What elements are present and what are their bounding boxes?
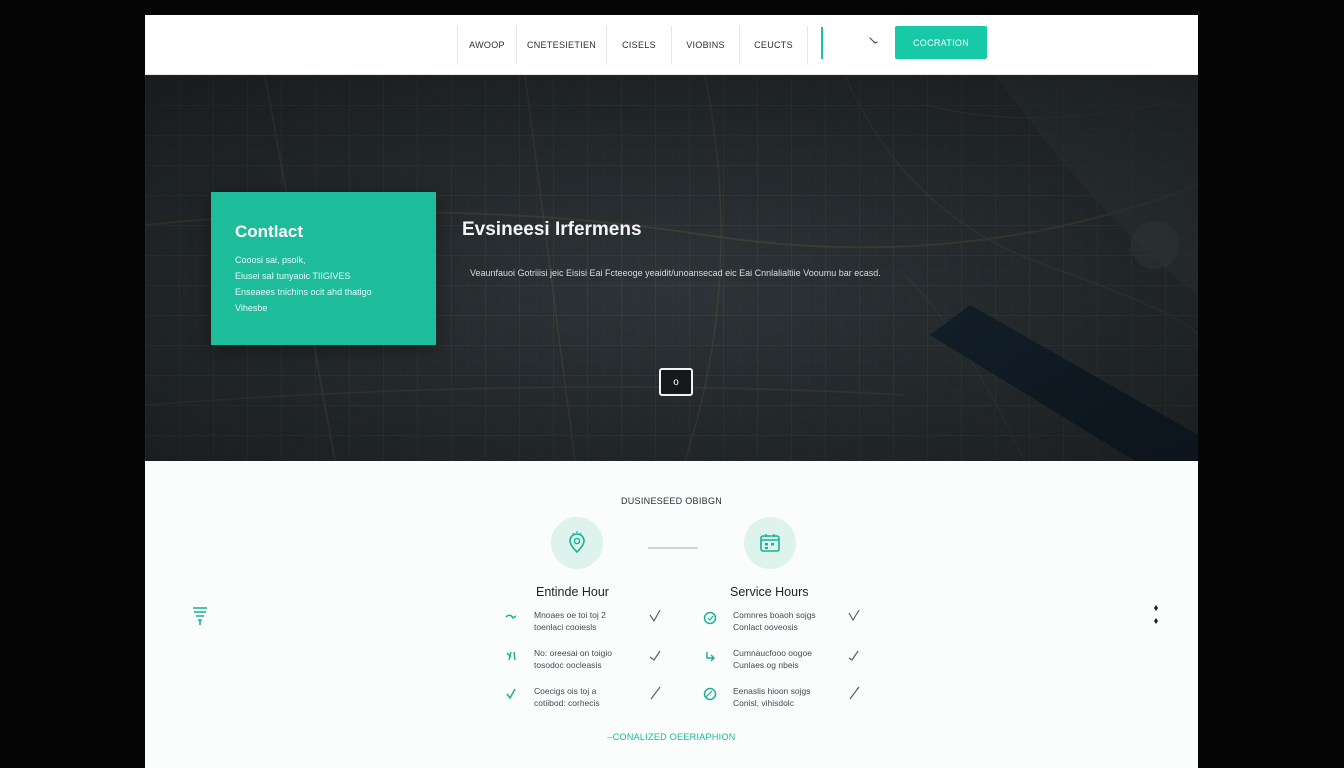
section-title: DUSINESEED OBIBGN (620, 496, 723, 506)
contact-line: Cooosi sai, psolk, (235, 255, 306, 265)
contact-card: Contlact Cooosi sai, psolk, Eiusei saI t… (211, 192, 436, 345)
list-item-line: Eenaslis hioon sojgs (733, 686, 811, 696)
nav-item-cisels[interactable]: CISELS (607, 26, 671, 64)
top-header: AWOOP CNETESIETIEN CISELS VIOBINS CEUCTS… (145, 15, 1198, 75)
list-item-line: No: oreesai on toigio (534, 648, 612, 658)
contact-line: Eiusei saI tunyaoic TIIGIVES (235, 271, 351, 281)
list-item-line: Coecigs ois toj a (534, 686, 597, 696)
check-icon (506, 688, 516, 700)
contact-line: Enseaees tnichins ocit ahd thatigo (235, 287, 372, 297)
nav-active-indicator (821, 27, 823, 59)
cta-button[interactable]: COCRATION (895, 26, 987, 59)
contact-line: Vihesbe (235, 303, 268, 313)
slash-icon[interactable] (847, 685, 861, 701)
list-item-line: Conlact ooveosis (733, 622, 798, 632)
list-item: No: oreesai on toigio tosodoc oocleasis (504, 647, 674, 677)
location-pin-icon (551, 517, 603, 569)
nav-item-ceucts[interactable]: CEUCTS (740, 26, 807, 64)
footer-link[interactable]: –CONALIZED OEERIAPHION (145, 732, 1198, 742)
list-item-line: tosodoc oocleasis (534, 660, 602, 670)
column-heading-service-hours: Service Hours (730, 585, 809, 599)
return-arrow-icon (706, 652, 715, 662)
list-item-line: Mnoaes oe toi toj 2 (534, 610, 606, 620)
nav-item-viobins[interactable]: VIOBINS (672, 26, 739, 64)
column-heading-entinde-hour: Entinde Hour (536, 585, 609, 599)
list-item-line: toenlaci cooiesls (534, 622, 597, 632)
list-item-line: cotiibod: corhecis (534, 698, 600, 708)
hero-map: Contlact Cooosi sai, psolk, Eiusei saI t… (145, 75, 1198, 461)
checkmark-icon[interactable] (648, 609, 662, 625)
calendar-icon (744, 517, 796, 569)
list-item: Eenaslis hioon sojgs Conisl, vihisdolc (703, 685, 873, 715)
nav-item-cnetesietien[interactable]: CNETESIETIEN (517, 26, 606, 64)
list-item: Coecigs ois toj a cotiibod: corhecis (504, 685, 674, 715)
sparkle-icon (506, 651, 516, 661)
slash-icon[interactable] (648, 685, 662, 701)
list-item: Comnres boaoh sojgs Conlact ooveosis (703, 609, 873, 639)
list-item-line: Comnres boaoh sojgs (733, 610, 816, 620)
map-location-pin[interactable]: o (659, 368, 693, 396)
feature-divider (648, 547, 698, 549)
list-item: Mnoaes oe toi toj 2 toenlaci cooiesls (504, 609, 674, 639)
list-item: Cumnaucfooo oogoe Cunlaes og nbeis (703, 647, 873, 677)
list-item-line: Cunlaes og nbeis (733, 660, 799, 670)
nav-item-awoop[interactable]: AWOOP (458, 26, 516, 64)
checkmark-icon[interactable] (648, 647, 662, 663)
globe-icon (703, 687, 717, 701)
list-item-line: Cumnaucfooo oogoe (733, 648, 812, 658)
nav-divider (807, 26, 808, 64)
arrow-turn-icon (505, 614, 517, 620)
checkmark-icon[interactable] (847, 609, 861, 625)
checkmark-icon[interactable] (847, 647, 861, 663)
contact-title: Contlact (235, 222, 303, 241)
more-options-icon[interactable] (1151, 603, 1161, 629)
hero-description: Veaunfauoi Gotriiisi jeic Eisisi Eai Fct… (470, 268, 881, 278)
page-frame: AWOOP CNETESIETIEN CISELS VIOBINS CEUCTS… (145, 15, 1198, 768)
list-item-line: Conisl, vihisdolc (733, 698, 794, 708)
hero-title: Evsineesi Irfermens (462, 219, 642, 240)
filter-icon[interactable] (191, 605, 209, 627)
search-icon[interactable] (867, 35, 881, 49)
clock-icon (703, 611, 717, 625)
